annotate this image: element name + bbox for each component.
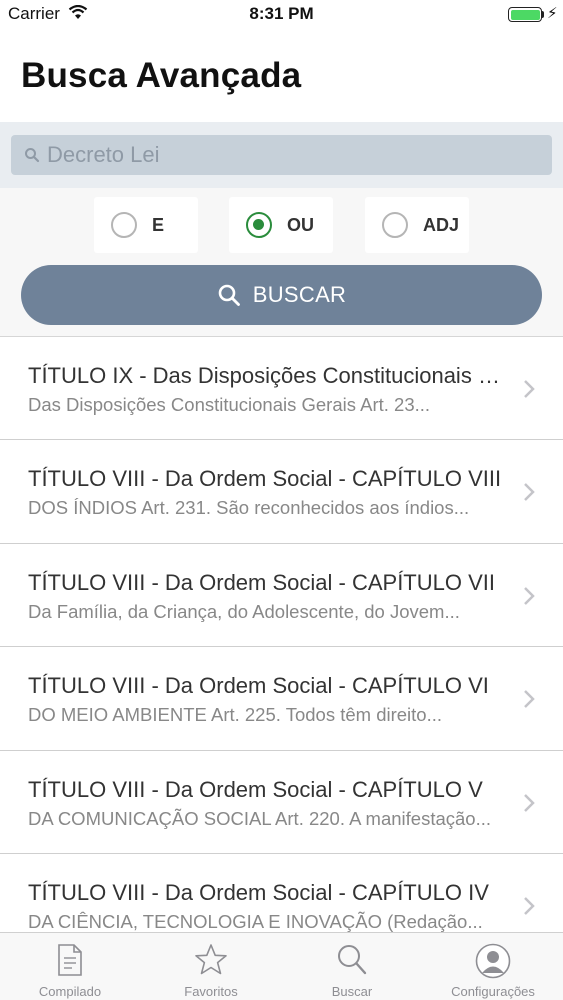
chevron-right-icon — [524, 483, 535, 502]
battery-tip — [541, 11, 544, 18]
operator-label-adj: ADJ — [423, 215, 460, 235]
buscar-button-label: BUSCAR — [252, 282, 347, 307]
search-icon — [338, 945, 367, 975]
result-title: TÍTULO VIII - Da Ordem Social - CAPÍTULO… — [28, 673, 489, 699]
result-title: TÍTULO VIII - Da Ordem Social - CAPÍTULO… — [28, 776, 483, 802]
list-item[interactable]: TÍTULO IX - Das Disposições Constitucion… — [0, 337, 563, 441]
results-list: TÍTULO IX - Das Disposições Constitucion… — [0, 337, 563, 958]
result-subtitle: Da Família, da Criança, do Adolescente, … — [28, 600, 460, 622]
charging-bolt-icon: ⚡ — [547, 5, 558, 22]
tab-label: Compilado — [38, 984, 102, 999]
search-input[interactable] — [47, 136, 542, 174]
result-subtitle: DO MEIO AMBIENTE Art. 225. Todos têm dir… — [28, 704, 443, 726]
list-item[interactable]: TÍTULO VIII - Da Ordem Social - CAPÍTULO… — [0, 440, 563, 544]
list-item[interactable]: TÍTULO VIII - Da Ordem Social - CAPÍTULO… — [0, 543, 563, 648]
result-title: TÍTULO IX - Das Disposições Constitucion… — [28, 363, 508, 388]
list-item[interactable]: TÍTULO VIII - Da Ordem Social - CAPÍTULO… — [0, 647, 563, 751]
chevron-right-icon — [524, 897, 535, 915]
chevron-right-icon — [524, 690, 535, 709]
result-subtitle: DOS ÍNDIOS Art. 231. São reconhecidos ao… — [28, 497, 470, 519]
tab-buscar[interactable]: Buscar — [282, 933, 422, 1000]
chevron-right-icon — [524, 586, 535, 605]
document-icon — [58, 944, 82, 976]
tab-compilado[interactable]: Compilado — [0, 933, 140, 1000]
page-title: Busca Avançada — [21, 56, 302, 95]
tab-label: Configurações — [451, 984, 535, 999]
battery-icon — [508, 7, 542, 22]
radio-button-e[interactable] — [111, 212, 137, 238]
operator-option-adj[interactable]: ADJ — [365, 197, 469, 253]
status-bar: Carrier 8:31 PM ⚡ — [0, 0, 563, 30]
buscar-button[interactable]: BUSCAR — [21, 265, 542, 325]
radio-selected-dot — [253, 219, 264, 230]
search-icon — [218, 284, 240, 306]
tab-bar: Compilado Favoritos Buscar Configurações — [0, 932, 563, 1000]
list-item[interactable]: TÍTULO VIII - Da Ordem Social - CAPÍTULO… — [0, 750, 563, 854]
profile-icon — [475, 943, 511, 979]
operator-label-e: E — [152, 215, 165, 235]
status-time: 8:31 PM — [249, 4, 314, 23]
magnifier-icon — [25, 148, 40, 163]
tab-label: Favoritos — [184, 984, 238, 999]
operator-option-ou[interactable]: OU — [229, 197, 333, 253]
result-subtitle: DA COMUNICAÇÃO SOCIAL Art. 220. A manife… — [28, 807, 492, 829]
radio-button-adj[interactable] — [382, 212, 408, 238]
star-icon — [195, 944, 227, 975]
battery-level — [510, 9, 540, 20]
tab-configuracoes[interactable]: Configurações — [423, 933, 563, 1000]
result-title: TÍTULO VIII - Da Ordem Social - CAPÍTULO… — [28, 569, 495, 595]
operator-label-ou: OU — [287, 215, 314, 235]
result-title: TÍTULO VIII - Da Ordem Social - CAPÍTULO… — [28, 879, 489, 905]
radio-button-ou[interactable] — [246, 212, 272, 238]
result-subtitle: Das Disposições Constitucionais Gerais A… — [28, 394, 431, 415]
result-subtitle: DA CIÊNCIA, TECNOLOGIA E INOVAÇÃO (Redaç… — [28, 910, 483, 932]
tab-favoritos[interactable]: Favoritos — [141, 933, 281, 1000]
chevron-right-icon — [524, 793, 535, 812]
operator-option-e[interactable]: E — [94, 197, 198, 253]
chevron-right-icon — [524, 380, 535, 398]
result-title: TÍTULO VIII - Da Ordem Social - CAPÍTULO… — [28, 466, 502, 492]
tab-label: Buscar — [331, 984, 373, 999]
